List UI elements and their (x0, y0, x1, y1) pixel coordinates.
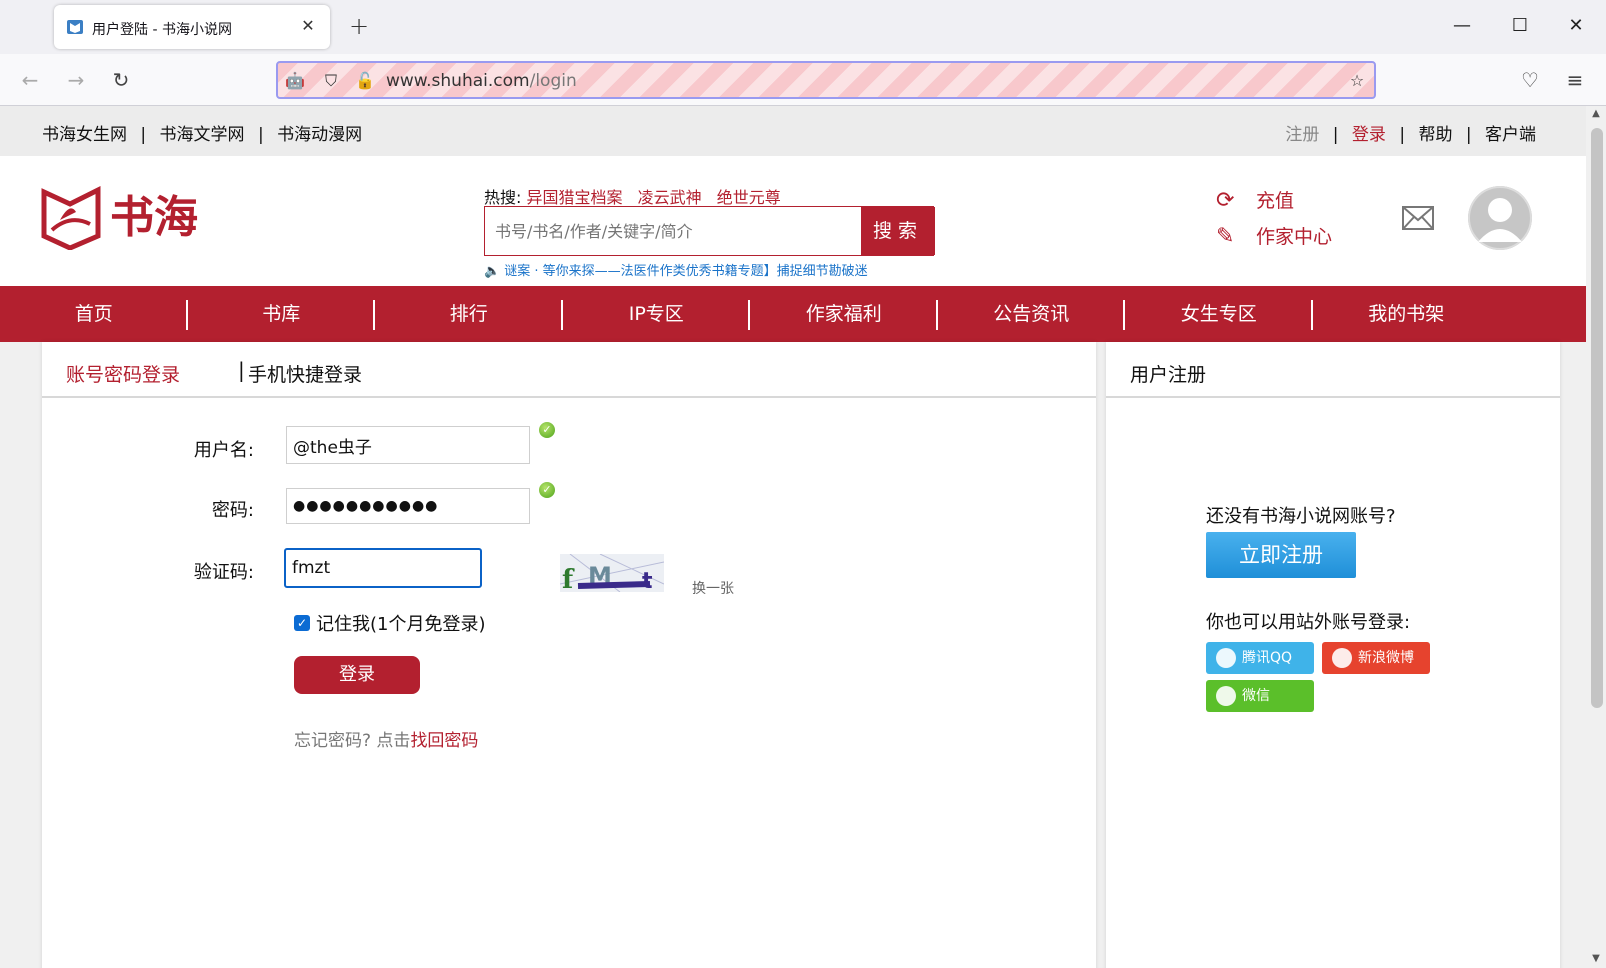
browser-tabbar: 用户登陆 - 书海小说网 ✕ + — ☐ ✕ (0, 0, 1606, 54)
captcha-label: 验证码: (193, 562, 254, 583)
username-valid-icon: ✓ (539, 422, 555, 438)
register-title: 用户注册 (1130, 364, 1207, 386)
scroll-up-icon[interactable]: ▲ (1589, 108, 1603, 119)
pocket-icon[interactable]: ♡ (1516, 66, 1544, 94)
topbar-link-female[interactable]: 书海女生网 (42, 125, 127, 145)
hot-item-1[interactable]: 异国猎宝档案 (527, 188, 623, 207)
recharge-link[interactable]: ⟳ 充值 (1216, 186, 1294, 213)
weibo-icon (1332, 648, 1352, 668)
password-valid-icon: ✓ (539, 482, 555, 498)
news-ticker[interactable]: 🔈 谜案 · 等你来探——法医件作类优秀书籍专题】捕捉细节勘破迷 (484, 260, 934, 280)
forward-arrow-icon[interactable]: → (62, 66, 90, 94)
site-topbar: 书海女生网 | 书海文学网 | 书海动漫网 注册 | 登录 | 帮助 | 客户端 (0, 106, 1586, 156)
login-tab-divider: | (238, 358, 245, 382)
password-input[interactable]: ●●●●●●●●●●● (286, 488, 530, 524)
tab-title: 用户登陆 - 书海小说网 (92, 22, 232, 38)
topbar-link-anime[interactable]: 书海动漫网 (277, 125, 362, 145)
register-header: 用户注册 (1106, 342, 1560, 398)
hot-search: 热搜: 异国猎宝档案 凌云武神 绝世元尊 (484, 184, 791, 208)
tab-account-login[interactable]: 账号密码登录 (66, 360, 180, 387)
search-input[interactable] (485, 207, 861, 255)
bookmark-star-icon[interactable]: ☆ (1346, 70, 1368, 92)
login-button[interactable]: 登录 (294, 656, 420, 694)
captcha-image[interactable]: f M t (560, 554, 664, 592)
window-close-icon[interactable]: ✕ (1564, 14, 1588, 38)
main-menu: 首页 书库 排行 IP专区 作家福利 公告资讯 女生专区 我的书架 (0, 286, 1586, 342)
user-avatar[interactable] (1468, 186, 1532, 250)
login-tabs: 账号密码登录 | 手机快捷登录 (42, 342, 1096, 398)
site-header: 书海 热搜: 异国猎宝档案 凌云武神 绝世元尊 搜索 🔈谜案 · 等你来探——法… (0, 156, 1586, 286)
speaker-icon: 🔈 (484, 264, 501, 279)
browser-navbar: ← → ↻ 🤖 ⛉ 🔓 www.shuhai.com/login ☆ ♡ ≡ (0, 54, 1606, 106)
reload-icon[interactable]: ↻ (107, 66, 135, 94)
shuhai-logo[interactable]: 书海 (40, 184, 210, 250)
tab-phone-login[interactable]: 手机快捷登录 (248, 360, 362, 387)
hot-item-3[interactable]: 绝世元尊 (717, 188, 781, 207)
site-favicon-icon (67, 20, 83, 34)
hamburger-menu-icon[interactable]: ≡ (1561, 66, 1589, 94)
avatar-placeholder-icon (1468, 186, 1532, 250)
window-minimize-icon[interactable]: — (1450, 14, 1474, 38)
captcha-refresh-link[interactable]: 换一张 (692, 578, 734, 598)
recover-password-link[interactable]: 找回密码 (410, 731, 478, 751)
search-box: 搜索 (484, 206, 935, 256)
menu-author-benefits[interactable]: 作家福利 (750, 286, 938, 342)
new-tab-icon[interactable]: + (346, 14, 372, 40)
no-account-question: 还没有书海小说网账号? (1206, 506, 1396, 527)
menu-announcements[interactable]: 公告资讯 (938, 286, 1126, 342)
browser-tab-active[interactable]: 用户登陆 - 书海小说网 ✕ (54, 5, 330, 49)
lock-icon[interactable]: 🔓 (354, 70, 376, 92)
topbar-register-link[interactable]: 注册 (1285, 125, 1319, 145)
robot-icon[interactable]: 🤖 (284, 70, 306, 92)
mail-icon[interactable] (1402, 206, 1434, 230)
menu-home[interactable]: 首页 (0, 286, 188, 342)
scroll-down-icon[interactable]: ▼ (1589, 953, 1603, 964)
topbar-client-link[interactable]: 客户端 (1485, 125, 1536, 145)
window-maximize-icon[interactable]: ☐ (1508, 14, 1532, 38)
topbar-help-link[interactable]: 帮助 (1418, 125, 1452, 145)
username-label: 用户名: (193, 440, 254, 461)
url-bar[interactable]: 🤖 ⛉ 🔓 www.shuhai.com/login ☆ (276, 61, 1376, 99)
hot-item-2[interactable]: 凌云武神 (638, 188, 702, 207)
menu-female[interactable]: 女生专区 (1125, 286, 1313, 342)
svg-text:书海: 书海 (110, 192, 198, 243)
captcha-input[interactable] (284, 548, 482, 588)
remember-checkbox[interactable]: ✓ (294, 615, 310, 631)
password-label: 密码: (211, 500, 254, 521)
weibo-login-button[interactable]: 新浪微博 (1322, 642, 1430, 674)
recharge-icon: ⟳ (1216, 188, 1235, 213)
menu-ranking[interactable]: 排行 (375, 286, 563, 342)
svg-text:f: f (562, 565, 575, 592)
login-panel: 账号密码登录 | 手机快捷登录 用户名: ✓ 密码: ●●●●●●●●●●● ✓… (42, 342, 1096, 968)
author-center-link[interactable]: ✎ 作家中心 (1216, 222, 1332, 249)
remember-me[interactable]: ✓ 记住我(1个月免登录) (294, 610, 486, 636)
topbar-link-literature[interactable]: 书海文学网 (160, 125, 245, 145)
wechat-icon (1216, 686, 1236, 706)
qq-icon (1216, 648, 1236, 668)
wechat-login-button[interactable]: 微信 (1206, 680, 1314, 712)
search-button[interactable]: 搜索 (861, 207, 935, 255)
third-party-login-label: 你也可以用站外账号登录: (1206, 612, 1411, 633)
quill-icon: ✎ (1216, 224, 1235, 249)
svg-text:t: t (642, 569, 653, 592)
topbar-login-link[interactable]: 登录 (1352, 125, 1386, 145)
menu-ip[interactable]: IP专区 (563, 286, 751, 342)
username-input[interactable] (286, 426, 530, 464)
qq-login-button[interactable]: 腾讯QQ (1206, 642, 1314, 674)
scroll-thumb[interactable] (1591, 128, 1603, 708)
register-now-button[interactable]: 立即注册 (1206, 532, 1356, 578)
shield-icon[interactable]: ⛉ (320, 70, 342, 92)
page-scrollbar[interactable]: ▲ ▼ (1586, 106, 1606, 968)
back-arrow-icon[interactable]: ← (16, 66, 44, 94)
register-panel: 用户注册 还没有书海小说网账号? 立即注册 你也可以用站外账号登录: 腾讯QQ … (1106, 342, 1560, 968)
forgot-password: 忘记密码? 点击找回密码 (294, 731, 479, 751)
menu-bookshelf[interactable]: 我的书架 (1313, 286, 1501, 342)
menu-library[interactable]: 书库 (188, 286, 376, 342)
tab-close-icon[interactable]: ✕ (298, 16, 318, 36)
url-text[interactable]: www.shuhai.com/login (386, 71, 577, 91)
hot-search-label: 热搜: (484, 188, 522, 207)
remember-label: 记住我(1个月免登录) (316, 614, 486, 635)
page-content: 书海女生网 | 书海文学网 | 书海动漫网 注册 | 登录 | 帮助 | 客户端… (0, 106, 1586, 968)
